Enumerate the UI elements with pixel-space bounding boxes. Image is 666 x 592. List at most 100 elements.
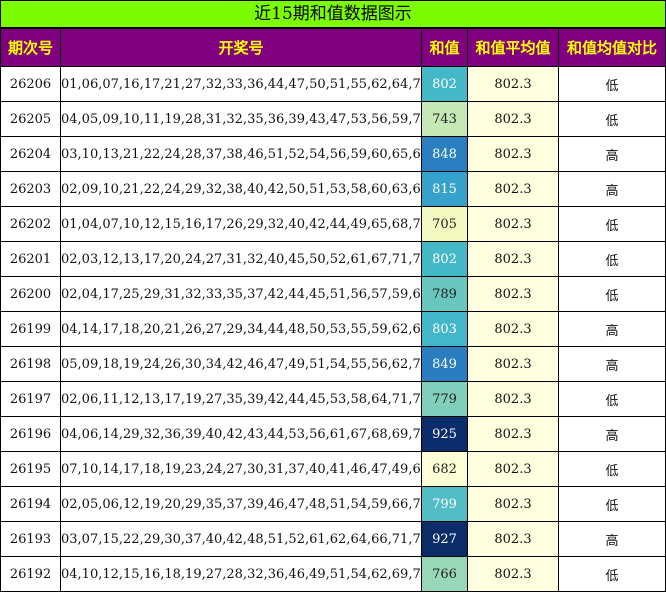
compare-cell: 低 — [559, 382, 665, 416]
numbers-cell: 07,10,14,17,18,19,23,24,27,30,31,37,40,4… — [61, 452, 421, 486]
average-cell: 802.3 — [468, 102, 558, 136]
average-cell: 802.3 — [468, 557, 558, 591]
table-row: 26192 04,10,12,15,16,18,19,27,28,32,36,46… — [1, 557, 665, 591]
average-cell: 802.3 — [468, 347, 558, 381]
sum-table: 期次号 开奖号 和值 和值平均值 和值均值对比 26206 01,06,07,16… — [0, 28, 666, 592]
table-row: 26197 02,06,11,12,13,17,19,27,35,39,42,44… — [1, 382, 665, 416]
numbers-cell: 04,06,14,29,32,36,39,40,42,43,44,53,56,6… — [61, 417, 421, 451]
table-row: 26202 01,04,07,10,12,15,16,17,26,29,32,40… — [1, 207, 665, 241]
table-row: 26199 04,14,17,18,20,21,26,27,29,34,44,48… — [1, 312, 665, 346]
sum-cell: 927 — [422, 522, 467, 556]
numbers-cell: 02,05,06,12,19,20,29,35,37,39,46,47,48,5… — [61, 487, 421, 521]
numbers-cell: 05,09,18,19,24,26,30,34,42,46,47,49,51,5… — [61, 347, 421, 381]
numbers-cell: 04,10,12,15,16,18,19,27,28,32,36,46,49,5… — [61, 557, 421, 591]
average-cell: 802.3 — [468, 207, 558, 241]
numbers-cell: 02,06,11,12,13,17,19,27,35,39,42,44,45,5… — [61, 382, 421, 416]
sum-cell: 815 — [422, 172, 467, 206]
compare-cell: 高 — [559, 347, 665, 381]
sum-cell: 799 — [422, 487, 467, 521]
compare-cell: 低 — [559, 207, 665, 241]
compare-cell: 低 — [559, 67, 665, 101]
compare-cell: 低 — [559, 452, 665, 486]
compare-cell: 低 — [559, 242, 665, 276]
sum-cell: 848 — [422, 137, 467, 171]
period-cell: 26205 — [1, 102, 60, 136]
numbers-cell: 04,05,09,10,11,19,28,31,32,35,36,39,43,4… — [61, 102, 421, 136]
sum-cell: 802 — [422, 67, 467, 101]
average-cell: 802.3 — [468, 242, 558, 276]
period-cell: 26194 — [1, 487, 60, 521]
average-cell: 802.3 — [468, 67, 558, 101]
header-sum: 和值 — [422, 29, 467, 66]
sum-cell: 682 — [422, 452, 467, 486]
page-title: 近15期和值数据图示 — [1, 1, 665, 27]
average-cell: 802.3 — [468, 382, 558, 416]
sum-cell: 743 — [422, 102, 467, 136]
compare-cell: 低 — [559, 102, 665, 136]
numbers-cell: 02,09,10,21,22,24,29,32,38,40,42,50,51,5… — [61, 172, 421, 206]
period-cell: 26203 — [1, 172, 60, 206]
average-cell: 802.3 — [468, 417, 558, 451]
period-cell: 26201 — [1, 242, 60, 276]
sum-cell: 802 — [422, 242, 467, 276]
header-numbers: 开奖号 — [61, 29, 421, 66]
compare-cell: 高 — [559, 172, 665, 206]
numbers-cell: 04,14,17,18,20,21,26,27,29,34,44,48,50,5… — [61, 312, 421, 346]
sum-cell: 779 — [422, 382, 467, 416]
table-row: 26196 04,06,14,29,32,36,39,40,42,43,44,53… — [1, 417, 665, 451]
sum-cell: 789 — [422, 277, 467, 311]
average-cell: 802.3 — [468, 137, 558, 171]
period-cell: 26200 — [1, 277, 60, 311]
period-cell: 26192 — [1, 557, 60, 591]
numbers-cell: 01,04,07,10,12,15,16,17,26,29,32,40,42,4… — [61, 207, 421, 241]
compare-cell: 低 — [559, 487, 665, 521]
period-cell: 26204 — [1, 137, 60, 171]
header-compare: 和值均值对比 — [559, 29, 665, 66]
period-cell: 26206 — [1, 67, 60, 101]
compare-cell: 低 — [559, 277, 665, 311]
numbers-cell: 02,03,12,13,17,20,24,27,31,32,40,45,50,5… — [61, 242, 421, 276]
sum-cell: 766 — [422, 557, 467, 591]
compare-cell: 高 — [559, 312, 665, 346]
compare-cell: 高 — [559, 522, 665, 556]
average-cell: 802.3 — [468, 172, 558, 206]
numbers-cell: 03,10,13,21,22,24,28,37,38,46,51,52,54,5… — [61, 137, 421, 171]
numbers-cell: 01,06,07,16,17,21,27,32,33,36,44,47,50,5… — [61, 67, 421, 101]
table-body: 26206 01,06,07,16,17,21,27,32,33,36,44,47… — [1, 67, 665, 591]
period-cell: 26199 — [1, 312, 60, 346]
table-row: 26193 03,07,15,22,29,30,37,40,42,48,51,52… — [1, 522, 665, 556]
sum-cell: 849 — [422, 347, 467, 381]
average-cell: 802.3 — [468, 277, 558, 311]
table-row: 26195 07,10,14,17,18,19,23,24,27,30,31,37… — [1, 452, 665, 486]
chart-frame: 近15期和值数据图示 期次号 开奖号 和值 和值平均值 和值均值对比 26206… — [0, 0, 666, 592]
table-row: 26194 02,05,06,12,19,20,29,35,37,39,46,47… — [1, 487, 665, 521]
compare-cell: 低 — [559, 557, 665, 591]
table-row: 26205 04,05,09,10,11,19,28,31,32,35,36,39… — [1, 102, 665, 136]
average-cell: 802.3 — [468, 487, 558, 521]
header-period: 期次号 — [1, 29, 60, 66]
period-cell: 26198 — [1, 347, 60, 381]
average-cell: 802.3 — [468, 312, 558, 346]
average-cell: 802.3 — [468, 522, 558, 556]
compare-cell: 高 — [559, 137, 665, 171]
period-cell: 26196 — [1, 417, 60, 451]
compare-cell: 高 — [559, 417, 665, 451]
table-row: 26206 01,06,07,16,17,21,27,32,33,36,44,47… — [1, 67, 665, 101]
sum-cell: 705 — [422, 207, 467, 241]
table-row: 26200 02,04,17,25,29,31,32,33,35,37,42,44… — [1, 277, 665, 311]
numbers-cell: 02,04,17,25,29,31,32,33,35,37,42,44,45,5… — [61, 277, 421, 311]
numbers-cell: 03,07,15,22,29,30,37,40,42,48,51,52,61,6… — [61, 522, 421, 556]
average-cell: 802.3 — [468, 452, 558, 486]
period-cell: 26202 — [1, 207, 60, 241]
table-row: 26204 03,10,13,21,22,24,28,37,38,46,51,52… — [1, 137, 665, 171]
table-row: 26201 02,03,12,13,17,20,24,27,31,32,40,45… — [1, 242, 665, 276]
table-row: 26203 02,09,10,21,22,24,29,32,38,40,42,50… — [1, 172, 665, 206]
sum-cell: 803 — [422, 312, 467, 346]
sum-cell: 925 — [422, 417, 467, 451]
period-cell: 26197 — [1, 382, 60, 416]
table-row: 26198 05,09,18,19,24,26,30,34,42,46,47,49… — [1, 347, 665, 381]
header-average: 和值平均值 — [468, 29, 558, 66]
header-row: 期次号 开奖号 和值 和值平均值 和值均值对比 — [1, 29, 665, 66]
period-cell: 26195 — [1, 452, 60, 486]
period-cell: 26193 — [1, 522, 60, 556]
